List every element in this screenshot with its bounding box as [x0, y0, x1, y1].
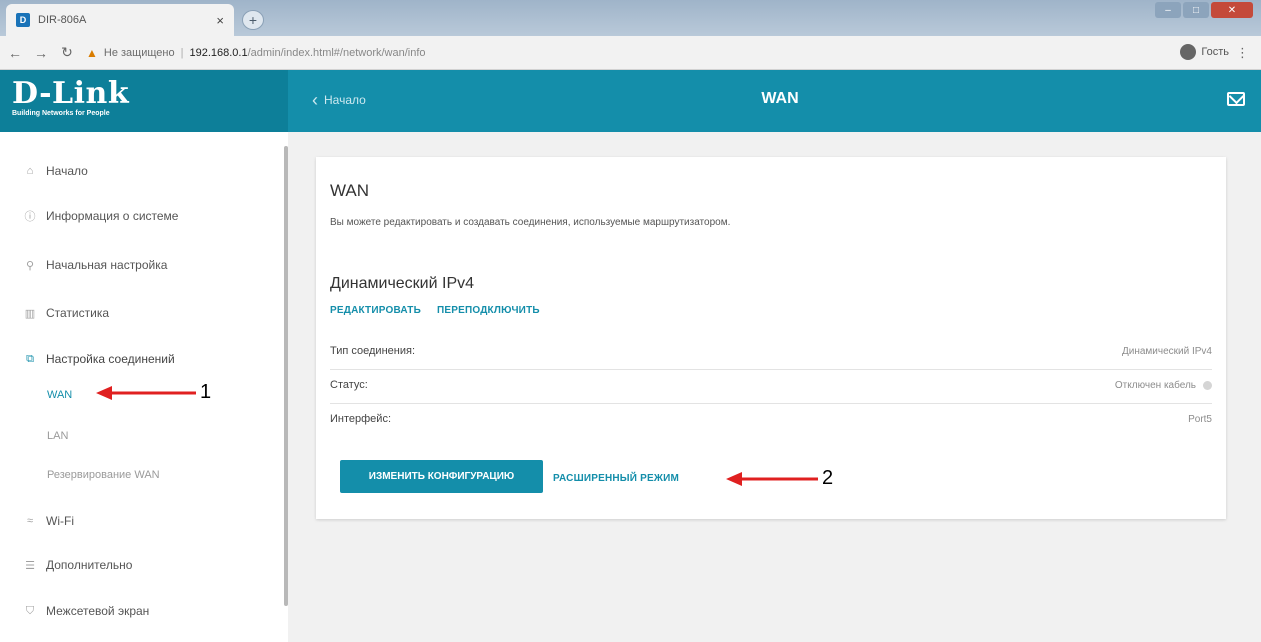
row-value: Динамический IPv4 — [1122, 346, 1212, 357]
sidebar-item-connections[interactable]: ⧉ Настройка соединений — [22, 352, 175, 366]
address-bar: ← → ↻ ▲ Не защищено | 192.168.0.1 /admin… — [0, 36, 1261, 70]
change-config-button[interactable]: ИЗМЕНИТЬ КОНФИГУРАЦИЮ — [340, 460, 543, 493]
url-field[interactable]: ▲ Не защищено | 192.168.0.1 /admin/index… — [86, 41, 1186, 65]
menu-kebab-icon[interactable]: ⋮ — [1236, 45, 1249, 61]
back-arrow-icon[interactable]: ← — [4, 45, 26, 61]
card-description: Вы можете редактировать и создавать соед… — [330, 217, 731, 228]
chevron-left-icon: ‹ — [312, 90, 318, 110]
back-label: Начало — [324, 93, 366, 107]
connection-actions: РЕДАКТИРОВАТЬ ПЕРЕПОДКЛЮЧИТЬ — [330, 305, 540, 316]
tab-close-icon[interactable]: × — [216, 13, 224, 28]
annotation-label-2: 2 — [822, 467, 834, 489]
interface-value: Port5 — [1188, 413, 1212, 425]
sidebar-item-label: Wi-Fi — [46, 514, 74, 528]
tab-title: DIR-806A — [38, 14, 87, 26]
sidebar-item-label: Настройка соединений — [46, 352, 175, 366]
sidebar: ⌂ Начало ⓘ Информация о системе ⚲ Началь… — [0, 132, 288, 642]
favicon-icon: D — [16, 13, 30, 27]
url-path: /admin/index.html#/network/wan/info — [247, 46, 426, 59]
browser-tab[interactable]: D DIR-806A × — [6, 4, 234, 36]
maximize-icon[interactable]: □ — [1183, 2, 1209, 18]
connection-type-value: Динамический IPv4 — [1121, 345, 1212, 357]
home-icon: ⌂ — [26, 165, 34, 177]
status-dot-icon — [1203, 380, 1212, 390]
window-controls: – □ ✕ — [1155, 2, 1253, 18]
mail-icon[interactable] — [1227, 92, 1245, 106]
sidebar-subitem-wan[interactable]: WAN — [47, 389, 72, 401]
row-label: Статус: — [330, 379, 368, 391]
window-close-icon[interactable]: ✕ — [1211, 2, 1253, 18]
row-value: Port5 — [1188, 414, 1212, 425]
sidebar-subitem-wan-backup[interactable]: Резервирование WAN — [47, 469, 160, 481]
annotation-label-1: 1 — [200, 381, 212, 403]
row-divider — [330, 369, 1212, 370]
chart-icon: ▥ — [24, 307, 36, 320]
sidebar-item-system-info[interactable]: ⓘ Информация о системе — [22, 208, 179, 224]
connection-type-row: Тип соединения: Динамический IPv4 — [330, 339, 1212, 363]
logo-tagline: Building Networks for People — [12, 110, 110, 117]
connection-title: Динамический IPv4 — [330, 275, 475, 292]
reload-icon[interactable]: ↻ — [56, 44, 78, 61]
logo-text: D-Link — [12, 76, 130, 111]
edit-button[interactable]: РЕДАКТИРОВАТЬ — [330, 305, 421, 316]
shield-icon: ⛉ — [25, 604, 35, 617]
app-header: D-Link Building Networks for People ‹ На… — [0, 70, 1261, 132]
logo[interactable]: D-Link Building Networks for People — [0, 70, 288, 132]
profile-button[interactable]: Гость — [1180, 44, 1229, 60]
card-title: WAN — [330, 181, 370, 200]
row-divider — [330, 403, 1212, 404]
sidebar-item-initial-setup[interactable]: ⚲ Начальная настройка — [22, 258, 167, 272]
interface-row: Интерфейс: Port5 — [330, 407, 1212, 431]
sidebar-item-label: Дополнительно — [46, 558, 133, 572]
profile-icon — [1180, 44, 1197, 60]
insecure-label: Не защищено — [103, 46, 175, 59]
wan-card: WAN Вы можете редактировать и создавать … — [316, 157, 1226, 519]
row-label: Интерфейс: — [330, 413, 391, 425]
search-icon: ⚲ — [25, 259, 35, 272]
sidebar-item-label: Начальная настройка — [46, 258, 168, 272]
url-host: 192.168.0.1 — [189, 46, 248, 59]
profile-label: Гость — [1201, 46, 1229, 58]
sidebar-item-home[interactable]: ⌂ Начало — [22, 164, 88, 178]
row-value: Отключен кабель — [1115, 380, 1212, 391]
forward-arrow-icon[interactable]: → — [30, 45, 52, 61]
sidebar-item-advanced[interactable]: ☰ Дополнительно — [22, 558, 132, 572]
sidebar-item-label: Информация о системе — [46, 209, 179, 223]
new-tab-button[interactable]: + — [242, 10, 264, 30]
browser-tabstrip: D DIR-806A × + – □ ✕ — [0, 0, 1261, 36]
advanced-mode-button[interactable]: РАСШИРЕННЫЙ РЕЖИМ — [553, 473, 679, 484]
row-label: Тип соединения: — [330, 345, 415, 357]
reconnect-button[interactable]: ПЕРЕПОДКЛЮЧИТЬ — [437, 305, 540, 316]
info-icon: ⓘ — [24, 211, 36, 223]
status-row: Статус: Отключен кабель — [330, 373, 1212, 397]
sidebar-item-label: Статистика — [46, 306, 110, 320]
settings-icon: ☰ — [25, 559, 35, 572]
wifi-icon: ≈ — [26, 515, 34, 527]
connections-icon: ⧉ — [26, 352, 34, 365]
warning-icon: ▲ — [86, 45, 98, 60]
back-to-home-link[interactable]: ‹ Начало — [312, 90, 366, 110]
url-separator: | — [180, 46, 184, 59]
sidebar-item-statistics[interactable]: ▥ Статистика — [22, 306, 109, 320]
minimize-icon[interactable]: – — [1155, 2, 1181, 18]
sidebar-item-label: Начало — [46, 164, 88, 178]
page-title: WAN — [761, 90, 799, 107]
sidebar-item-firewall[interactable]: ⛉ Межсетевой экран — [22, 604, 149, 618]
sidebar-item-label: Межсетевой экран — [46, 604, 150, 618]
status-value: Отключен кабель — [1114, 379, 1196, 391]
sidebar-subitem-lan[interactable]: LAN — [47, 430, 68, 442]
sidebar-item-wifi[interactable]: ≈ Wi-Fi — [22, 514, 74, 528]
sidebar-scrollbar[interactable] — [284, 146, 288, 606]
